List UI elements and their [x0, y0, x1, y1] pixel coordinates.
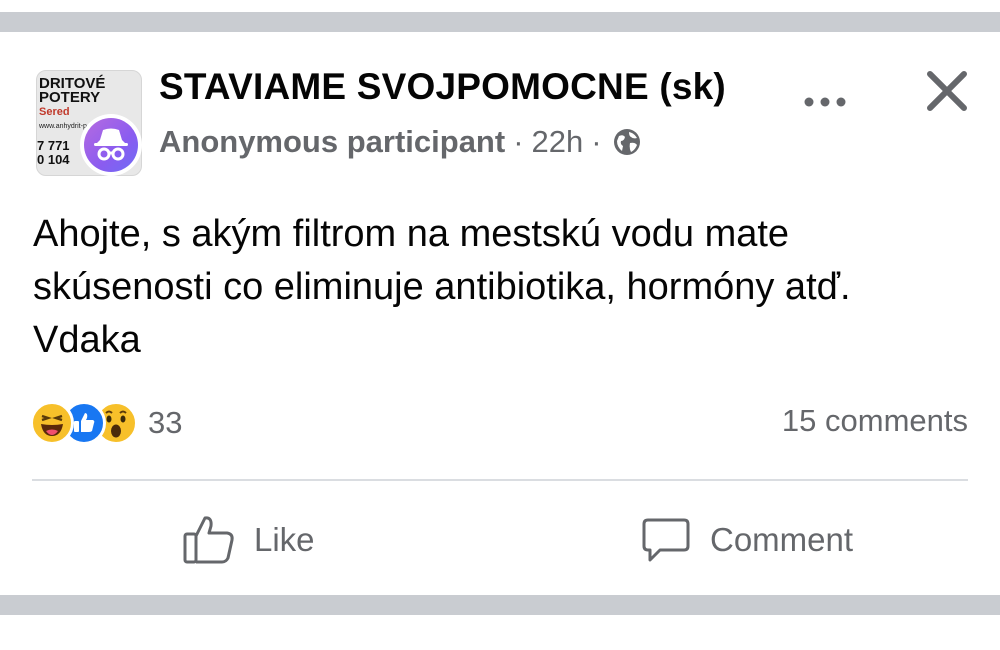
like-button[interactable]: Like — [182, 510, 315, 570]
comments-count-link[interactable]: 15 comments — [782, 403, 968, 439]
group-name-link[interactable]: STAVIAME SVOJPOMOCNE (sk) — [159, 66, 726, 108]
group-avatar-phone: 7 771 0 104 — [37, 138, 70, 167]
incognito-icon — [94, 128, 128, 161]
close-icon — [927, 71, 967, 111]
group-avatar-logo: DRITOVÉ POTERY Sered — [39, 75, 106, 118]
next-post-preview — [0, 615, 1000, 650]
post-body-text: Ahojte, s akým filtrom na mestskú vodu m… — [33, 208, 973, 367]
more-options-button[interactable] — [800, 82, 850, 122]
post-text-line: skúsenosti co eliminuje antibiotika, hor… — [33, 266, 851, 308]
comment-button[interactable]: Comment — [640, 510, 853, 570]
actions-divider — [32, 479, 968, 481]
post-text-line: Vdaka — [33, 319, 141, 361]
more-horizontal-icon — [804, 97, 846, 107]
hide-post-button[interactable] — [918, 62, 976, 120]
post-time-link[interactable]: 22h — [532, 124, 584, 160]
comment-icon — [642, 518, 690, 562]
like-label: Like — [254, 521, 315, 558]
post-card: DRITOVÉ POTERY Sered www.anhydrit-p 7 77… — [0, 32, 1000, 595]
feed-separator — [0, 12, 1000, 32]
group-avatar-url: www.anhydrit-p — [39, 123, 87, 130]
anonymous-avatar[interactable] — [80, 114, 142, 176]
haha-reaction-icon — [30, 401, 74, 445]
author-name-link[interactable]: Anonymous participant — [159, 124, 505, 160]
feed-separator — [0, 595, 1000, 615]
meta-separator: · — [591, 124, 602, 159]
post-text-line: Ahojte, s akým filtrom na mestskú vodu m… — [33, 213, 790, 255]
globe-icon — [612, 127, 642, 157]
post-meta: Anonymous participant · 22h · — [159, 124, 642, 160]
thumbs-up-icon — [183, 516, 234, 564]
reactions-summary[interactable]: 33 — [30, 400, 182, 446]
comment-label: Comment — [710, 521, 854, 558]
reaction-count: 33 — [148, 405, 183, 440]
meta-separator: · — [513, 124, 524, 159]
